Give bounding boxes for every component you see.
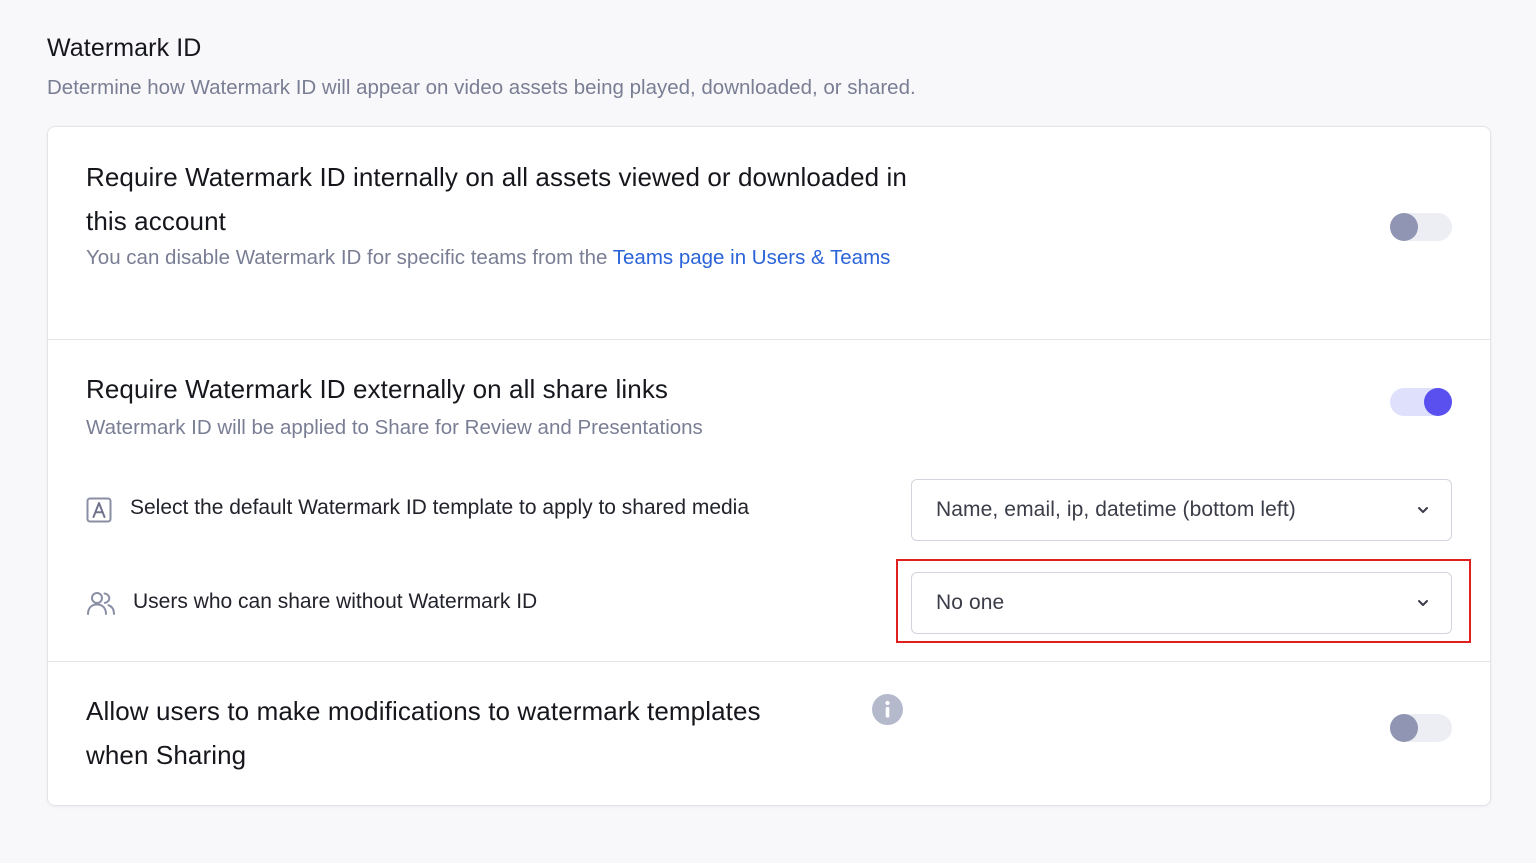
template-option-label: Select the default Watermark ID template… (130, 496, 750, 519)
internal-watermark-title: Require Watermark ID internally on all a… (86, 162, 907, 236)
users-icon (87, 592, 115, 615)
section-title: Watermark ID (47, 34, 202, 62)
divider (48, 661, 1490, 662)
modifications-toggle[interactable] (1390, 714, 1452, 742)
toggle-knob (1390, 213, 1418, 241)
internal-watermark-toggle[interactable] (1390, 213, 1452, 241)
text-template-icon (86, 497, 112, 523)
internal-watermark-desc-text: You can disable Watermark ID for specifi… (86, 246, 613, 269)
settings-card: Require Watermark ID internally on all a… (47, 126, 1491, 806)
section-description: Determine how Watermark ID will appear o… (47, 76, 916, 99)
teams-page-link[interactable]: Teams page in Users & Teams (613, 246, 891, 269)
external-watermark-title: Require Watermark ID externally on all s… (86, 374, 669, 404)
internal-watermark-description: You can disable Watermark ID for specifi… (86, 241, 906, 275)
share-without-option-label: Users who can share without Watermark ID (133, 590, 538, 613)
info-icon[interactable] (872, 694, 903, 725)
divider (48, 339, 1490, 340)
highlight-box (896, 559, 1471, 643)
chevron-down-icon (1418, 507, 1428, 513)
template-select-value: Name, email, ip, datetime (bottom left) (936, 498, 1296, 521)
watermark-settings-page: Watermark ID Determine how Watermark ID … (0, 0, 1536, 863)
toggle-knob (1424, 388, 1452, 416)
external-watermark-description: Watermark ID will be applied to Share fo… (86, 416, 703, 439)
modifications-title: Allow users to make modifications to wat… (86, 696, 761, 770)
toggle-knob (1390, 714, 1418, 742)
external-watermark-toggle[interactable] (1390, 388, 1452, 416)
template-select[interactable]: Name, email, ip, datetime (bottom left) (911, 479, 1452, 541)
